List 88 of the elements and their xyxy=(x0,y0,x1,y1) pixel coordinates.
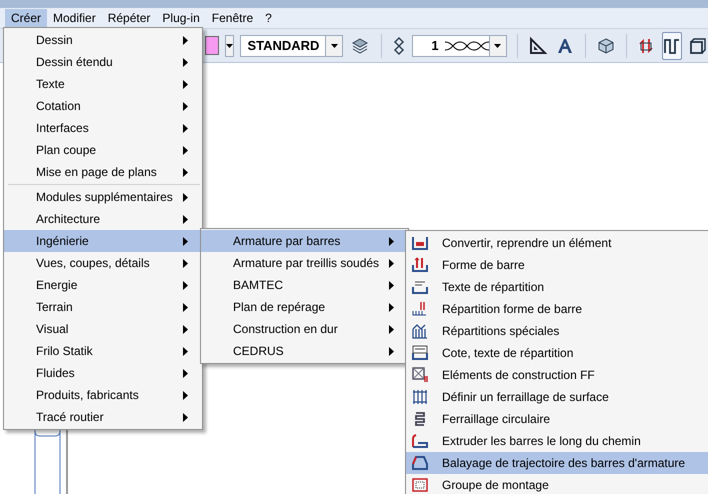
menu-title[interactable]: Fenêtre xyxy=(206,9,260,27)
menu-item[interactable]: Interfaces xyxy=(4,117,202,139)
menu-item[interactable]: Définir un ferraillage de surface xyxy=(406,386,708,408)
menu-item[interactable]: Mise en page de plans xyxy=(4,161,202,183)
submenu-arrow-icon xyxy=(183,214,188,224)
menu-item[interactable]: Plan coupe xyxy=(4,139,202,161)
submenu-arrow-icon xyxy=(389,236,394,246)
caret-icon xyxy=(330,44,338,48)
menu-item[interactable]: Tracé routier xyxy=(4,406,202,428)
submenu-arrow-icon xyxy=(183,80,188,88)
menu-title[interactable]: ? xyxy=(259,9,278,27)
submenu-arrow-icon xyxy=(183,412,188,422)
box-icon xyxy=(689,36,708,54)
menu-item[interactable]: Dessin étendu xyxy=(4,51,202,73)
caret-icon xyxy=(226,44,234,48)
submenu-arrow-icon xyxy=(389,280,394,290)
submenu-arrow-icon xyxy=(183,236,188,246)
line-pattern-icon xyxy=(444,40,489,52)
grid-bars-icon xyxy=(410,387,430,407)
menu-item[interactable]: Cotation xyxy=(4,95,202,117)
menu-title[interactable]: Répéter xyxy=(102,9,156,27)
menu-item[interactable]: Armature par treillis soudés xyxy=(201,252,408,274)
submenu-arrow-icon xyxy=(183,390,188,400)
menu-item[interactable]: Balayage de trajectoire des barres d'armature xyxy=(406,452,708,474)
submenu-arrow-icon xyxy=(183,346,188,356)
submenu-arrow-icon xyxy=(183,168,188,176)
menu-item[interactable]: Frilo Statik xyxy=(4,340,202,362)
menu-item[interactable]: Texte xyxy=(4,73,202,95)
submenu-arrow-icon xyxy=(389,302,394,312)
submenu-arrow-icon xyxy=(183,58,188,66)
step-line-icon xyxy=(663,36,682,54)
menu-item[interactable]: Répartitions spéciales xyxy=(406,320,708,342)
menu-item[interactable]: CEDRUS xyxy=(201,340,408,362)
menu-item[interactable]: Fluides xyxy=(4,362,202,384)
submenu-arrow-icon xyxy=(183,302,188,312)
menu-title[interactable]: Modifier xyxy=(47,9,102,27)
caret-icon xyxy=(494,44,502,48)
ruler-triangle-icon xyxy=(528,36,548,56)
menu-item[interactable]: BAMTEC xyxy=(201,274,408,296)
submenu-arrow-icon xyxy=(183,368,188,378)
menu-item[interactable]: Plan de repérage xyxy=(201,296,408,318)
menu-item[interactable]: Forme de barre xyxy=(406,254,708,276)
menu-item[interactable]: Modules supplémentaires xyxy=(4,186,202,208)
menu-item[interactable]: Armature par barres xyxy=(201,230,408,252)
submenu-arrow-icon xyxy=(183,146,188,154)
dropdown-button[interactable] xyxy=(225,34,234,56)
menu-item[interactable]: Vues, coupes, détails xyxy=(4,252,202,274)
cube-icon xyxy=(596,36,615,54)
submenu-arrow-icon xyxy=(183,258,188,268)
color-swatch[interactable] xyxy=(205,36,220,55)
menu-item[interactable]: Dessin xyxy=(4,29,202,51)
menu-item[interactable]: Répartition forme de barre xyxy=(406,298,708,320)
layers-icon xyxy=(350,36,370,56)
component-icon xyxy=(410,365,430,385)
dimension-text-icon xyxy=(410,343,430,363)
menu-item[interactable]: Ferraillage circulaire xyxy=(406,408,708,430)
menu-item[interactable]: Construction en dur xyxy=(201,318,408,340)
menu-item[interactable]: Extruder les barres le long du chemin xyxy=(406,430,708,452)
menu-item[interactable]: Terrain xyxy=(4,296,202,318)
sweep-icon xyxy=(410,453,430,473)
menu-item[interactable]: Groupe de montage xyxy=(406,474,708,494)
submenu-arrow-icon xyxy=(389,346,394,356)
submenu-arrow-icon xyxy=(183,324,188,334)
menu-title[interactable]: Créer xyxy=(5,9,48,27)
submenu-arrow-icon xyxy=(389,258,394,268)
letter-icon xyxy=(556,36,574,54)
menu-item[interactable]: Cote, texte de répartition xyxy=(406,342,708,364)
menu-item[interactable]: Ingénierie xyxy=(4,230,202,252)
line-combo[interactable]: 1 xyxy=(412,34,507,56)
menu-item[interactable]: Convertir, reprendre un élément xyxy=(406,232,708,254)
menu-title[interactable]: Plug-in xyxy=(156,9,206,27)
menu-item[interactable]: Eléments de construction FF xyxy=(406,364,708,386)
pen-combo[interactable]: STANDARD xyxy=(240,34,344,56)
menu-item[interactable]: Energie xyxy=(4,274,202,296)
submenu-arrow-icon xyxy=(389,324,394,334)
menu-item[interactable]: Visual xyxy=(4,318,202,340)
swap-arrows-icon xyxy=(637,36,656,54)
menu-item[interactable]: Architecture xyxy=(4,208,202,230)
bar-shape-icon xyxy=(410,255,430,275)
menu-item[interactable]: Texte de répartition xyxy=(406,276,708,298)
submenu-arrow-icon xyxy=(183,36,188,44)
submenu-arrow-icon xyxy=(183,102,188,110)
menu-item[interactable]: Produits, fabricants xyxy=(4,384,202,406)
submenu-arrow-icon xyxy=(183,124,188,132)
chain-icon xyxy=(393,36,406,56)
submenu-arrow-icon xyxy=(183,280,188,290)
step-button[interactable] xyxy=(662,32,682,60)
submenu-arrow-icon xyxy=(183,192,188,202)
